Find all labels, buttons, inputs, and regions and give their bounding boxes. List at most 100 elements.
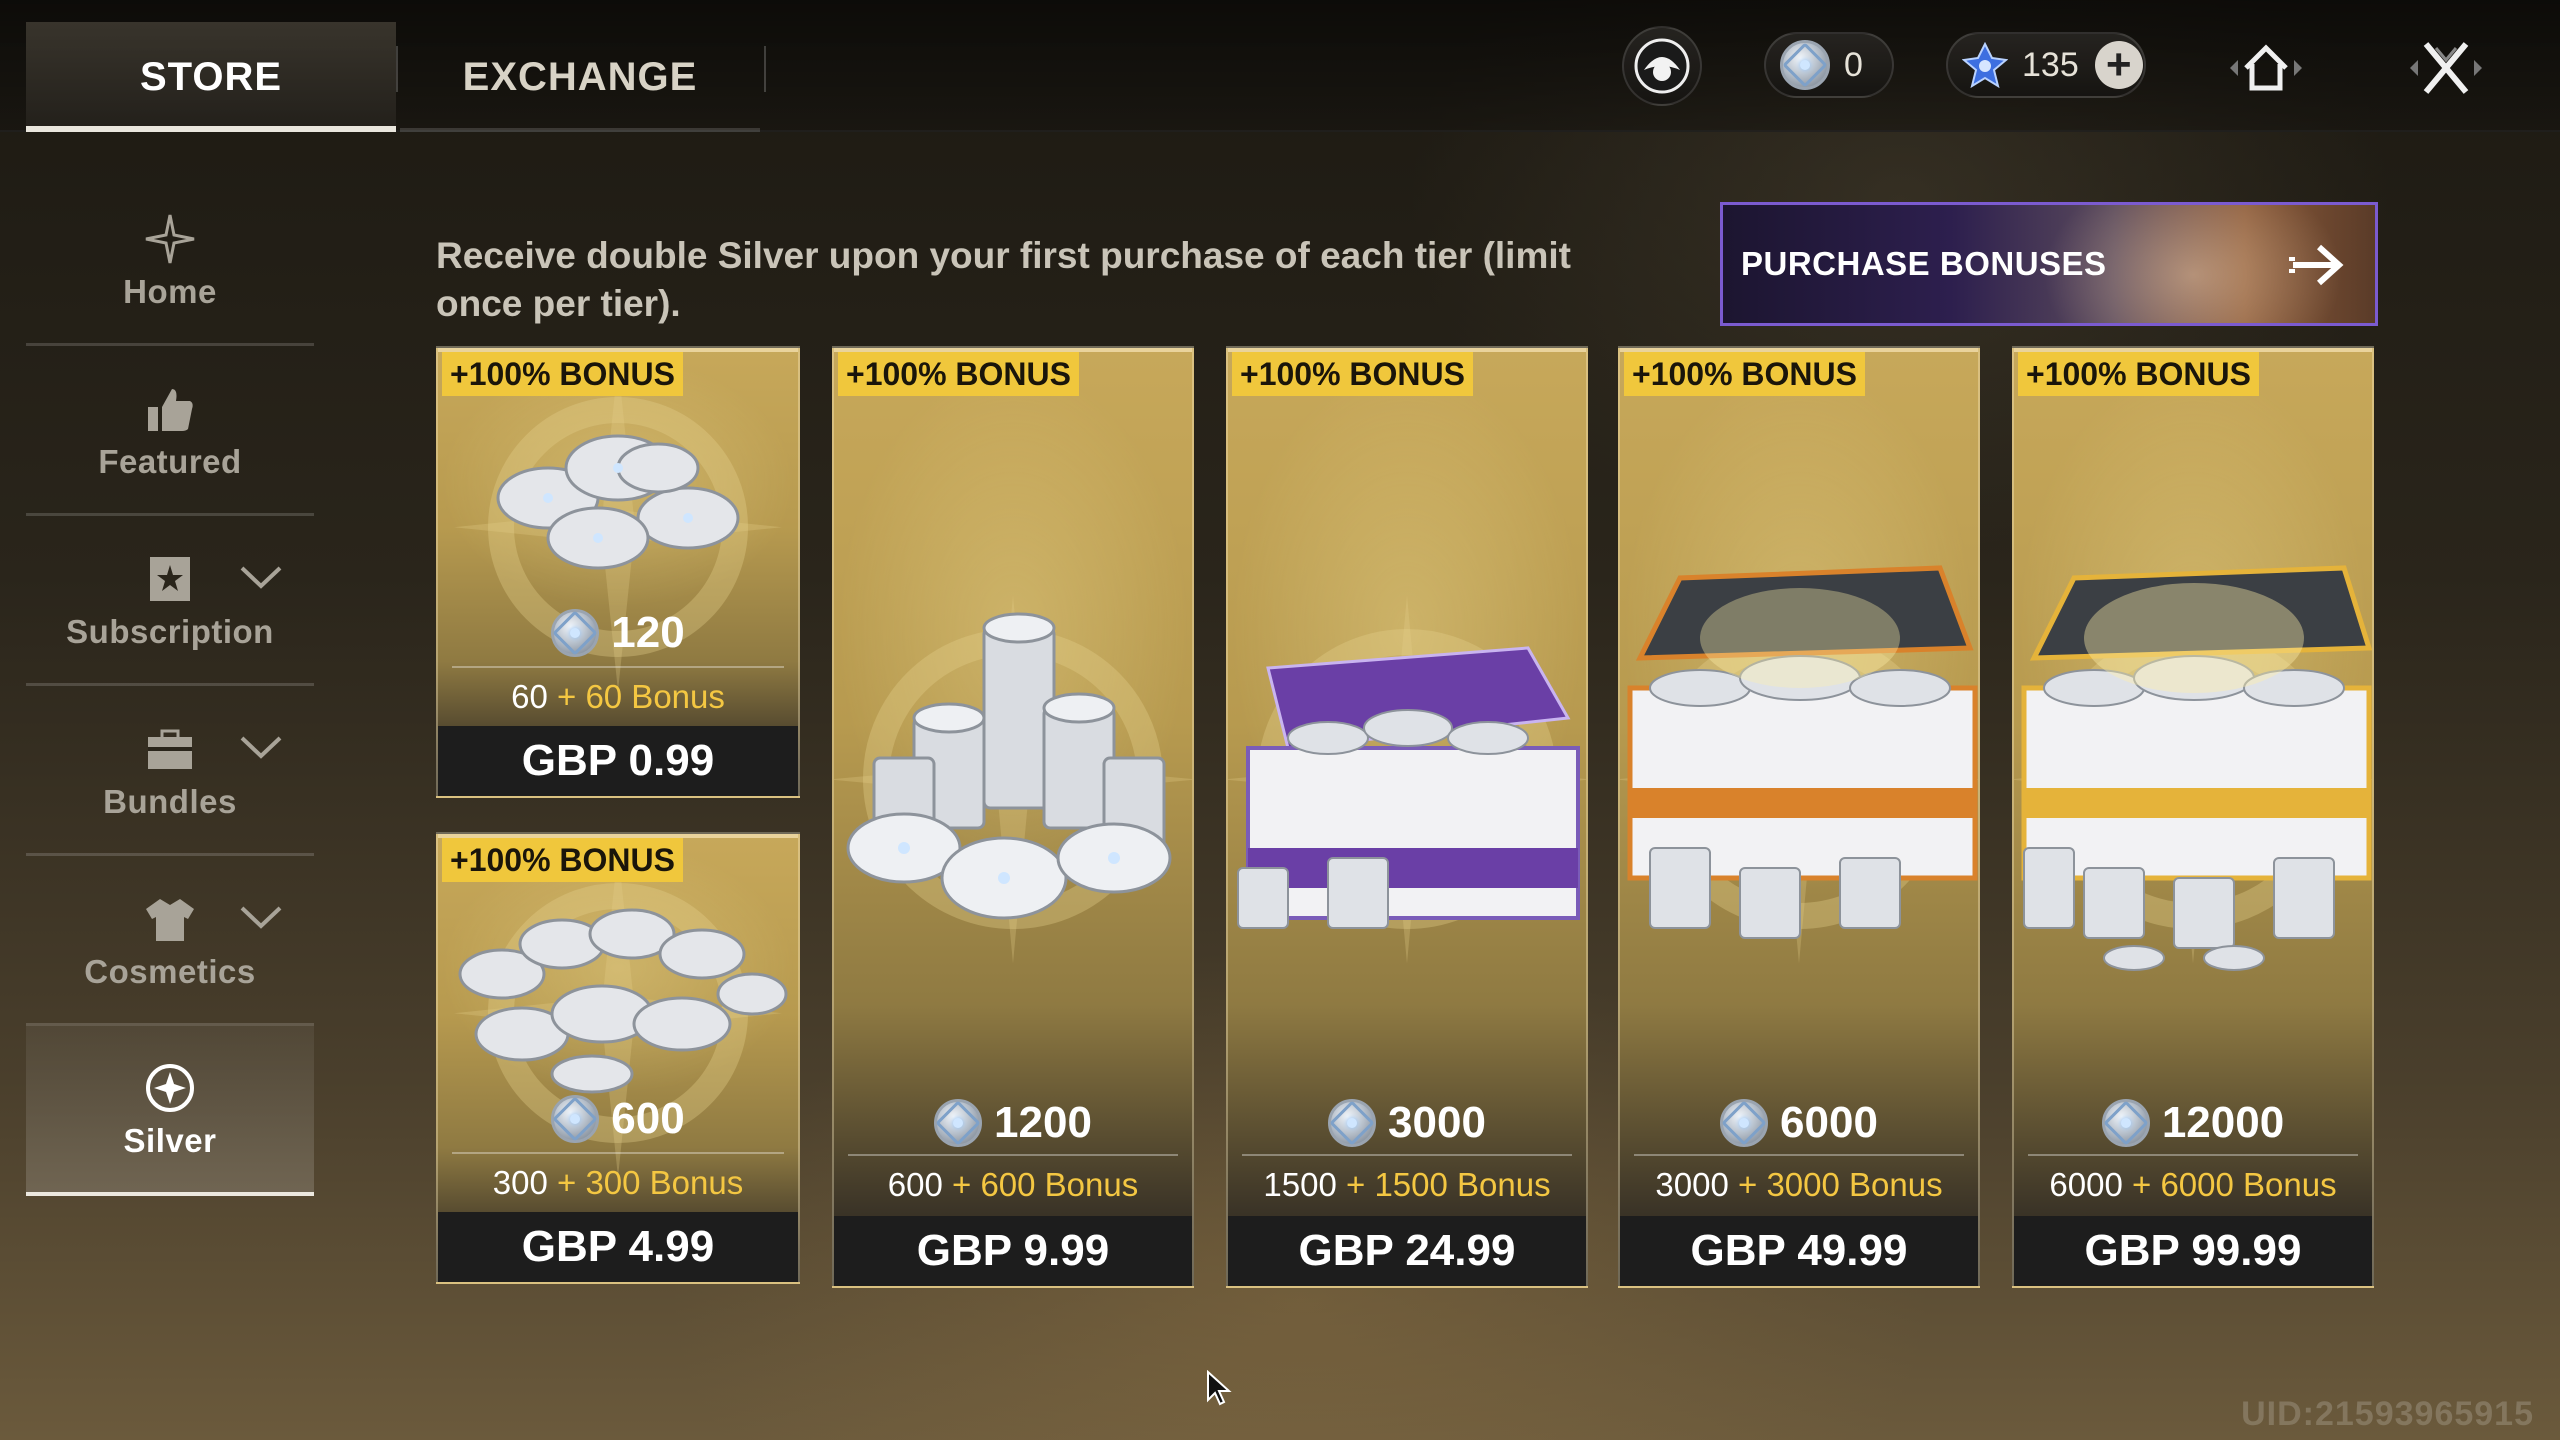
bonus-amount: 60 Bonus [585,678,725,715]
silver-chest-image [1237,646,1580,929]
sidebar-item-label: Featured [98,442,242,480]
silver-balance-value: 0 [1844,45,1863,84]
price-button[interactable]: GBP 99.99 [2014,1216,2372,1286]
offer-card-12000[interactable]: +100% BONUS 12000 6000 + 6000 Bonus GBP … [2012,346,2374,1288]
silver-chest-image [2021,565,2372,971]
sidebar: Home Featured Subscription Bundles Cosme… [26,176,314,1196]
mouse-cursor-icon [1207,1370,1232,1406]
amount-row: 120 [438,608,798,658]
silver-coin-icon [1780,40,1830,90]
bookmark-star-icon [140,549,200,609]
silver-chest-image [1627,565,1978,939]
bonus-amount: 3000 Bonus [1766,1166,1943,1203]
plus-sign: + [556,1164,577,1201]
silver-coins-image [458,908,788,1094]
sidebar-item-label: Silver [123,1122,217,1159]
bonus-badge: +100% BONUS [442,352,683,396]
arrow-right-icon [2289,244,2344,286]
silver-coin-icon [934,1099,983,1147]
chevron-down-icon[interactable] [238,902,284,932]
silver-coin-icon [140,1058,200,1118]
shirt-icon [140,889,200,949]
silver-amount: 600 [611,1094,685,1143]
amount-row: 3000 [1228,1098,1586,1148]
sidebar-item-home[interactable]: Home [26,176,314,346]
home-icon [2230,44,2302,91]
price-button[interactable]: GBP 4.99 [438,1212,798,1282]
silver-coin-icon [1328,1099,1377,1147]
bonus-amount: 300 Bonus [585,1164,744,1201]
divider [2028,1154,2358,1156]
amount-row: 6000 [1620,1098,1978,1148]
sidebar-item-cosmetics[interactable]: Cosmetics [26,856,314,1026]
silver-amount: 3000 [1388,1098,1486,1147]
offer-card-3000[interactable]: +100% BONUS 3000 1500 + 1500 Bonus GBP 2… [1226,346,1588,1288]
top-bar: STORE EXCHANGE 0 135 + [0,0,2560,132]
base-amount: 600 [887,1166,943,1203]
chevron-down-icon[interactable] [238,732,284,762]
sidebar-item-label: Cosmetics [84,952,256,990]
plus-sign: + [1737,1166,1758,1203]
purchase-bonuses-label: PURCHASE BONUSES [1741,245,2107,282]
base-amount: 3000 [1655,1166,1729,1203]
plus-sign: + [951,1166,972,1203]
profile-icon [1634,38,1690,94]
price-button[interactable]: GBP 0.99 [438,726,798,796]
offer-card-6000[interactable]: +100% BONUS 6000 3000 + 3000 Bonus GBP 4… [1618,346,1980,1288]
bonus-amount: 6000 Bonus [2160,1166,2337,1203]
bonus-breakdown: 300 + 300 Bonus [438,1164,798,1202]
sidebar-item-label: Home [123,272,217,310]
divider [848,1154,1178,1156]
sidebar-item-featured[interactable]: Featured [26,346,314,516]
box-icon [140,719,200,779]
plus-sign: + [1345,1166,1366,1203]
close-icon [2410,42,2482,94]
tab-exchange[interactable]: EXCHANGE [400,22,760,132]
plus-sign: + [556,678,577,715]
price-button[interactable]: GBP 9.99 [834,1216,1192,1286]
offer-card-600[interactable]: +100% BONUS 600 300 + 300 Bonus GBP 4.99 [436,832,800,1284]
base-amount: 1500 [1263,1166,1337,1203]
sidebar-item-bundles[interactable]: Bundles [26,686,314,856]
divider [1634,1154,1964,1156]
chevron-down-icon[interactable] [238,562,284,592]
profile-button[interactable] [1622,26,1702,106]
plus-icon[interactable]: + [2094,41,2143,89]
bonus-amount: 600 Bonus [980,1166,1139,1203]
amount-row: 600 [438,1094,798,1144]
tab-exchange-label: EXCHANGE [462,54,698,99]
bonus-badge: +100% BONUS [1624,352,1865,396]
silver-balance: 0 [1764,32,1894,98]
bonus-breakdown: 3000 + 3000 Bonus [1620,1166,1978,1204]
home-button[interactable] [2196,28,2336,108]
base-amount: 300 [492,1164,548,1201]
divider [1242,1154,1572,1156]
tab-separator [396,46,398,92]
sidebar-item-subscription[interactable]: Subscription [26,516,314,686]
purchase-bonuses-banner[interactable]: PURCHASE BONUSES [1720,202,2378,326]
silver-coin-icon [551,609,600,657]
silver-amount: 6000 [1780,1098,1878,1147]
bonus-amount: 1500 Bonus [1374,1166,1551,1203]
price-button[interactable]: GBP 49.99 [1620,1216,1978,1286]
bonus-badge: +100% BONUS [1232,352,1473,396]
silver-coin-icon [551,1095,600,1143]
user-id: UID:21593965915 [2241,1395,2534,1433]
offer-card-120[interactable]: +100% BONUS 120 60 + 60 Bonus GBP 0.99 [436,346,800,798]
amount-row: 12000 [2014,1098,2372,1148]
tab-store[interactable]: STORE [26,22,396,132]
sidebar-item-silver[interactable]: Silver [26,1026,314,1196]
plus-sign: + [2131,1166,2152,1203]
tab-store-label: STORE [139,54,283,99]
bonus-badge: +100% BONUS [442,838,683,882]
offer-card-1200[interactable]: +100% BONUS 1200 600 + 600 Bonus GBP 9.9… [832,346,1194,1288]
silver-amount: 120 [611,608,685,657]
silver-coin-stack-image [846,612,1172,920]
price-button[interactable]: GBP 24.99 [1228,1216,1586,1286]
thumbs-up-icon [140,379,200,439]
divider [452,666,784,668]
close-button[interactable] [2376,28,2516,108]
base-amount: 60 [511,678,548,715]
sidebar-item-label: Subscription [66,612,274,650]
divider [452,1152,784,1154]
